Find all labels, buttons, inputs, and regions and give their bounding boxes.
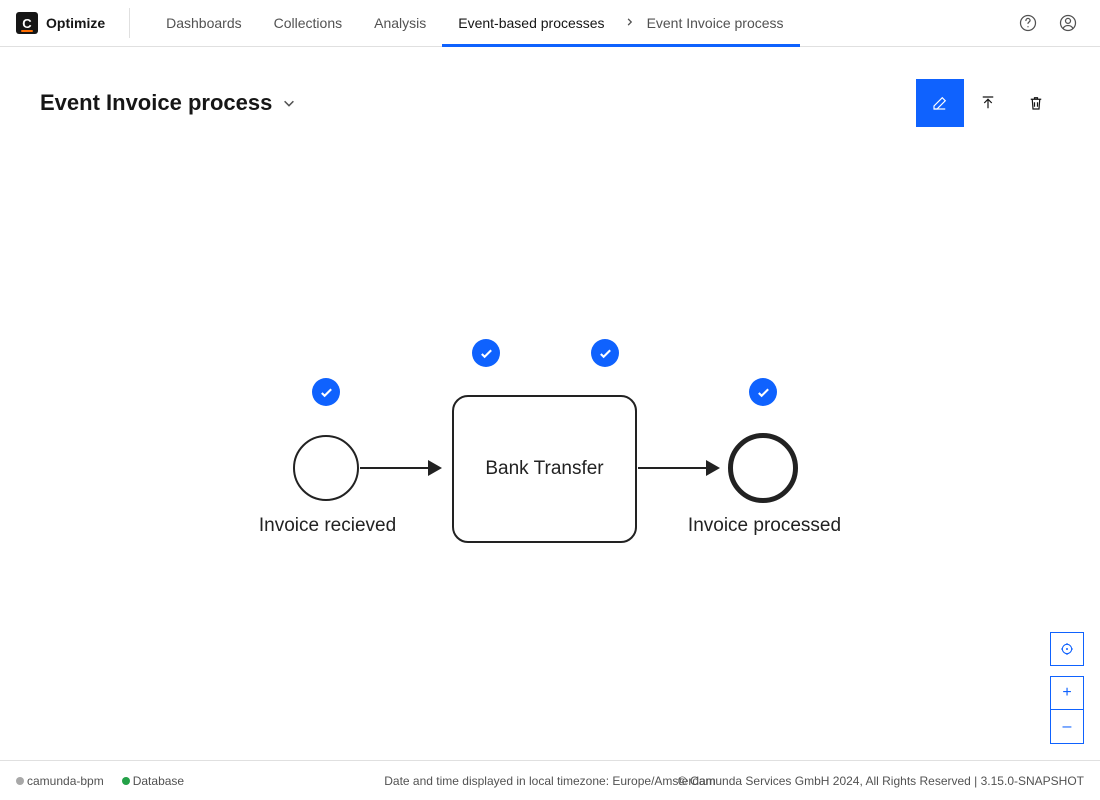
chevron-right-icon	[621, 16, 639, 30]
diagram-canvas[interactable]: Invoice recieved Bank Transfer Invoice p…	[0, 143, 1100, 723]
breadcrumb-current[interactable]: Event Invoice process	[639, 0, 800, 46]
page-title: Event Invoice process	[40, 90, 272, 116]
check-icon[interactable]	[591, 339, 619, 367]
publish-button[interactable]	[964, 79, 1012, 127]
zoom-controls: + –	[1050, 632, 1084, 744]
nav-breadcrumb: Event-based processes Event Invoice proc…	[442, 0, 799, 46]
nav-item-event-processes[interactable]: Event-based processes	[442, 0, 620, 46]
status-dot-icon	[122, 777, 130, 785]
chevron-down-icon	[282, 90, 296, 116]
footer-timezone: Date and time displayed in local timezon…	[384, 774, 716, 788]
check-icon[interactable]	[749, 378, 777, 406]
nav-item-analysis[interactable]: Analysis	[358, 0, 442, 46]
bpmn-task[interactable]: Bank Transfer	[452, 395, 637, 543]
user-icon[interactable]	[1052, 7, 1084, 39]
status-engine[interactable]: camunda-bpm	[16, 774, 104, 788]
edit-button[interactable]	[916, 79, 964, 127]
nav-item-dashboards[interactable]: Dashboards	[150, 0, 258, 46]
app-footer: camunda-bpm Database Date and time displ…	[0, 760, 1100, 800]
bpmn-end-label: Invoice processed	[682, 515, 847, 537]
check-icon[interactable]	[312, 378, 340, 406]
nav-item-collections[interactable]: Collections	[258, 0, 358, 46]
brand-logo-icon: C	[16, 12, 38, 34]
bpmn-end-event[interactable]	[728, 433, 798, 503]
status-database-label: Database	[133, 774, 184, 788]
status-engine-label: camunda-bpm	[27, 774, 104, 788]
zoom-reset-button[interactable]	[1050, 632, 1084, 666]
status-database[interactable]: Database	[122, 774, 184, 788]
nav-underline	[442, 44, 799, 47]
brand-name: Optimize	[46, 15, 105, 31]
app-header: C Optimize Dashboards Collections Analys…	[0, 0, 1100, 47]
page-title-dropdown[interactable]: Event Invoice process	[40, 90, 296, 116]
check-icon[interactable]	[472, 339, 500, 367]
bpmn-task-label: Bank Transfer	[485, 458, 603, 480]
main-nav: Dashboards Collections Analysis Event-ba…	[150, 0, 799, 46]
bpmn-sequence-flow[interactable]	[638, 467, 718, 469]
help-icon[interactable]	[1012, 7, 1044, 39]
zoom-out-button[interactable]: –	[1050, 710, 1084, 744]
delete-button[interactable]	[1012, 79, 1060, 127]
bpmn-start-label: Invoice recieved	[255, 515, 400, 537]
bpmn-start-event[interactable]	[293, 435, 359, 501]
status-dot-icon	[16, 777, 24, 785]
brand[interactable]: C Optimize	[16, 8, 130, 38]
bpmn-sequence-flow[interactable]	[360, 467, 440, 469]
footer-copyright: © Camunda Services GmbH 2024, All Rights…	[678, 774, 1084, 788]
zoom-in-button[interactable]: +	[1050, 676, 1084, 710]
page-subheader: Event Invoice process	[0, 47, 1100, 143]
